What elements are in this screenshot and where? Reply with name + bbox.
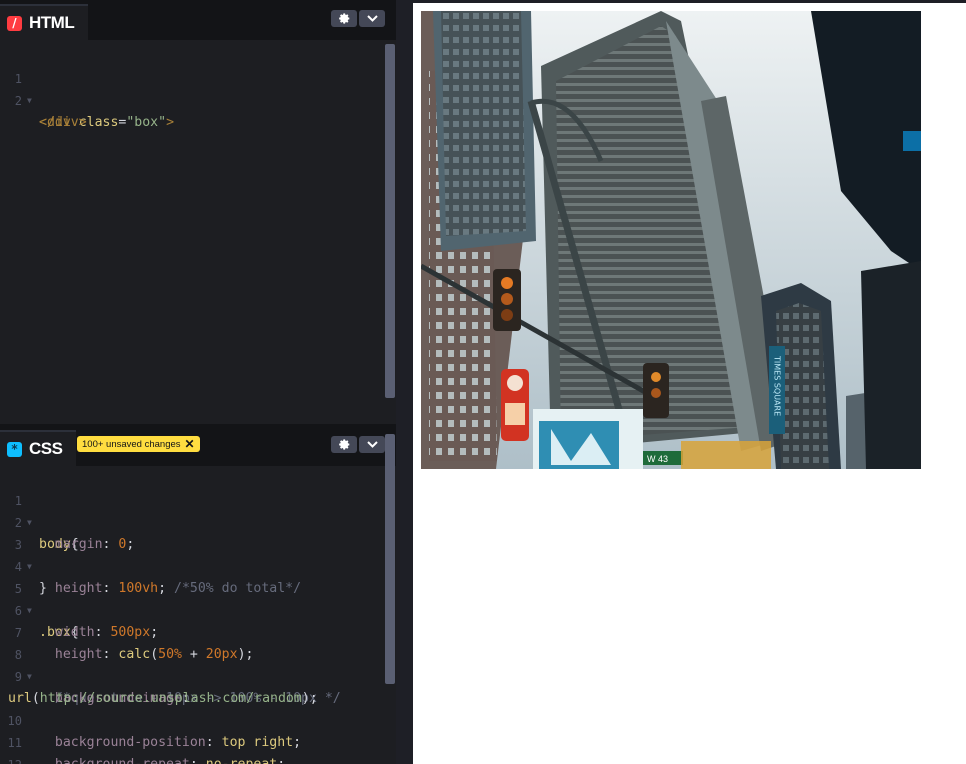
code-line: 9 background-image: xyxy=(0,644,390,706)
close-icon[interactable]: ✕ xyxy=(185,438,195,450)
css-pane-header: * CSS 100+ unsaved changes ✕ xyxy=(0,426,396,466)
code-line: 11 background-repeat: no-repeat; xyxy=(0,710,390,764)
resize-gutter[interactable] xyxy=(396,0,413,764)
code-line-wrapped: url(http://source.unsplash.com/random); xyxy=(8,691,318,706)
gear-icon xyxy=(338,13,349,24)
chevron-down-icon xyxy=(366,15,378,22)
html-tag-close: > xyxy=(166,115,175,130)
css-value: no-repeat xyxy=(206,757,277,764)
css-settings-button[interactable] xyxy=(331,436,357,453)
tab-css[interactable]: * CSS xyxy=(0,430,77,466)
css-editor-pane: * CSS 100+ unsaved changes ✕ 1 ▼ body{2… xyxy=(0,426,396,764)
css-code-area[interactable]: 1 ▼ body{ 2 margin: 0; 3 ▼ height: 100vh… xyxy=(0,466,384,764)
css-scrollbar[interactable] xyxy=(385,434,395,684)
code-line: 8 ▼ /*quer tudo - 10px -> 100% - 10px */ xyxy=(0,622,390,706)
css-expand-button[interactable] xyxy=(359,436,385,453)
html-editor-pane: / HTML 1 ▼ <div class="box"> 2 </div> xyxy=(0,0,396,424)
css-property: background-repeat xyxy=(55,757,190,764)
code-line: 1 ▼ body{ xyxy=(0,468,390,552)
editor-column: / HTML 1 ▼ <div class="box"> 2 </div> * … xyxy=(0,0,396,764)
unsaved-changes-badge[interactable]: 100+ unsaved changes ✕ xyxy=(77,436,200,452)
code-line: 1 ▼ <div class="box"> xyxy=(0,46,390,130)
tower-sign-text: TIMES SQUARE xyxy=(773,355,782,416)
city-street-photo: TIMES SQUARE W 43 xyxy=(421,11,921,469)
code-line: 10 background-position: top right; xyxy=(0,688,390,750)
html-logo-icon: / xyxy=(7,15,22,31)
gear-icon xyxy=(338,439,349,450)
code-line: 12 } xyxy=(0,732,390,764)
line-number: 2 xyxy=(14,94,22,108)
css-tab-label: CSS xyxy=(29,439,63,458)
box-background-photo: TIMES SQUARE W 43 xyxy=(421,11,921,469)
chevron-down-icon xyxy=(366,441,378,448)
html-pane-header: / HTML xyxy=(0,0,396,40)
html-scrollbar[interactable] xyxy=(385,44,395,398)
code-line: 2 </div> xyxy=(0,68,390,130)
html-attr-value: "box" xyxy=(126,115,167,130)
code-line: 6 width: 500px; xyxy=(0,578,390,640)
code-line: 4 } xyxy=(0,534,390,596)
result-preview: TIMES SQUARE W 43 xyxy=(413,3,966,764)
html-settings-button[interactable] xyxy=(331,10,357,27)
code-line: 3 ▼ height: 100vh; /*50% do total*/ xyxy=(0,512,390,596)
badge-text: 100+ unsaved changes xyxy=(82,438,181,450)
html-expand-button[interactable] xyxy=(359,10,385,27)
tab-html[interactable]: / HTML xyxy=(0,4,89,40)
html-closing-tag: </div> xyxy=(39,115,87,130)
code-line: 7 height: calc(50% + 20px); xyxy=(0,600,390,662)
html-tab-label: HTML xyxy=(29,13,75,32)
css-logo-icon: * xyxy=(7,441,22,457)
code-line: 5 ▼ .box{ xyxy=(0,556,390,640)
street-sign-text: W 43 xyxy=(647,454,668,464)
code-line: 2 margin: 0; xyxy=(0,490,390,552)
html-code-area[interactable]: 1 ▼ <div class="box"> 2 </div> xyxy=(0,40,384,424)
line-number: 12 xyxy=(0,754,22,764)
